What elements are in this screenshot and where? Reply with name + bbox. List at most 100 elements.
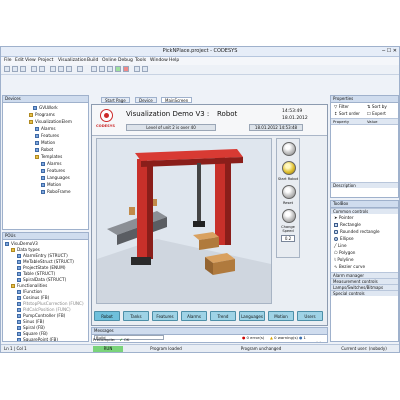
tree-item[interactable]: SquarePoint (FB) bbox=[17, 337, 58, 341]
toolbox-section-special[interactable]: Special controls bbox=[331, 290, 398, 296]
tab-start-page[interactable]: Start Page bbox=[101, 97, 130, 103]
tree-item[interactable]: Functionalities bbox=[11, 283, 47, 288]
redo-icon[interactable] bbox=[39, 66, 45, 72]
nav-features-button[interactable]: Features bbox=[152, 311, 178, 321]
sort-order-icon: ↕ bbox=[334, 111, 338, 116]
menu-visualization[interactable]: Visualization bbox=[58, 58, 86, 63]
tree-item[interactable]: Spiral (FB) bbox=[17, 325, 45, 330]
nav-robot-button[interactable]: Robot bbox=[94, 311, 120, 321]
tool-polyline[interactable]: ⌇ Polyline bbox=[334, 257, 354, 262]
tool-line[interactable]: ╱ Line bbox=[334, 243, 347, 248]
nav-users-button[interactable]: Users bbox=[297, 311, 323, 321]
tree-item[interactable]: Alarms bbox=[41, 161, 62, 166]
tree-item[interactable]: Motion bbox=[41, 182, 61, 187]
new-icon[interactable] bbox=[4, 66, 10, 72]
tree-item[interactable]: PitstopPlusCorrection (FUNC) bbox=[17, 301, 84, 306]
menu-build[interactable]: Build bbox=[87, 58, 98, 63]
login-icon[interactable] bbox=[99, 66, 105, 72]
nav-tanks-button[interactable]: Tanks bbox=[123, 311, 149, 321]
tree-item[interactable]: PumpController (FB) bbox=[17, 313, 65, 318]
tree-item[interactable]: Table (STRUCT) bbox=[17, 271, 55, 276]
build-icon[interactable] bbox=[91, 66, 97, 72]
tab-device[interactable]: Device bbox=[135, 97, 157, 103]
tree-item[interactable]: Programs bbox=[29, 112, 55, 117]
tree-item[interactable]: GVLWork bbox=[33, 105, 58, 110]
run-icon[interactable] bbox=[115, 66, 121, 72]
menu-project[interactable]: Project bbox=[38, 58, 53, 63]
menu-help[interactable]: Help bbox=[169, 58, 179, 63]
tree-item[interactable]: Languages bbox=[41, 175, 70, 180]
tree-item[interactable]: Cosinus (FB) bbox=[17, 295, 49, 300]
tool-polygon[interactable]: ⬠ Polygon bbox=[334, 250, 355, 255]
tree-item[interactable]: Sinus (FB) bbox=[17, 319, 44, 324]
function-block-icon bbox=[17, 314, 21, 318]
sort-by-button[interactable]: ⇅ Sort by bbox=[367, 104, 387, 109]
filter-button[interactable]: ▽ Filter bbox=[334, 104, 349, 109]
tool-pointer[interactable]: ➤ Pointer bbox=[334, 215, 354, 220]
nav-trend-button[interactable]: Trend bbox=[210, 311, 236, 321]
stop-icon[interactable] bbox=[123, 66, 129, 72]
breakpoint-icon[interactable] bbox=[142, 66, 148, 72]
speed-knob[interactable] bbox=[282, 209, 296, 223]
menu-edit[interactable]: Edit bbox=[15, 58, 24, 63]
error-count[interactable]: ● 0 error(s) bbox=[242, 335, 264, 340]
window-title: PickNPlace.project - CODESYS bbox=[162, 48, 238, 54]
tree-item[interactable]: MeTableStruct (STRUCT) bbox=[17, 259, 74, 264]
menu-window[interactable]: Window bbox=[150, 58, 168, 63]
tree-item[interactable]: PidCalcPosition (FUNC) bbox=[17, 307, 71, 312]
step-icon[interactable] bbox=[134, 66, 140, 72]
tree-item[interactable]: Data types bbox=[11, 247, 40, 252]
copy-icon[interactable] bbox=[58, 66, 64, 72]
menu-view[interactable]: View bbox=[25, 58, 36, 63]
menu-file[interactable]: File bbox=[4, 58, 12, 63]
level-message: Level of unit 2 is over 40 bbox=[126, 124, 216, 131]
run-status: RUN bbox=[93, 346, 123, 352]
tree-item[interactable]: Alarms bbox=[35, 126, 56, 131]
open-icon[interactable] bbox=[12, 66, 18, 72]
warning-count[interactable]: ▲ 0 warning(s) bbox=[270, 335, 298, 340]
sort-order-button[interactable]: ↕ Sort order bbox=[334, 111, 360, 116]
tree-item[interactable]: RoboFrame bbox=[41, 189, 71, 194]
tree-item[interactable]: IFunction bbox=[17, 289, 42, 294]
speed-value[interactable]: 0.2 bbox=[281, 235, 295, 242]
tool-rectangle[interactable]: Rectangle bbox=[334, 222, 361, 227]
visu-title: Visualization Demo V3 : bbox=[126, 110, 210, 118]
menu-online[interactable]: Online bbox=[102, 58, 117, 63]
menu-debug[interactable]: Debug bbox=[118, 58, 133, 63]
toolbox-section-common[interactable]: Common controls bbox=[331, 208, 398, 214]
tree-item[interactable]: VisualizationElem bbox=[29, 119, 72, 124]
window-controls[interactable]: ─ ☐ ✕ bbox=[382, 48, 397, 54]
tree-item[interactable]: Motion bbox=[35, 140, 55, 145]
undo-icon[interactable] bbox=[31, 66, 37, 72]
logout-icon[interactable] bbox=[107, 66, 113, 72]
tool-ellipse[interactable]: Ellipse bbox=[334, 236, 354, 241]
struct-icon bbox=[17, 260, 21, 264]
message-count[interactable]: ● 1 message(s) bbox=[299, 335, 327, 342]
save-icon[interactable] bbox=[20, 66, 26, 72]
expert-checkbox[interactable]: ☐ Expert bbox=[367, 111, 386, 116]
nav-motion-button[interactable]: Motion bbox=[268, 311, 294, 321]
find-icon[interactable] bbox=[77, 66, 83, 72]
tool-bezier[interactable]: ∿ Bezier curve bbox=[334, 264, 365, 269]
tree-item[interactable]: SpiralData (STRUCT) bbox=[17, 277, 66, 282]
cut-icon[interactable] bbox=[50, 66, 56, 72]
menu-tools[interactable]: Tools bbox=[135, 58, 146, 63]
reset-button[interactable] bbox=[282, 185, 296, 199]
tree-item[interactable]: VisuDemoV3 bbox=[5, 241, 38, 246]
nav-alarms-button[interactable]: Alarms bbox=[181, 311, 207, 321]
tree-item[interactable]: Features bbox=[35, 133, 59, 138]
precompile-status: Precompile: ✔ OK bbox=[93, 337, 130, 342]
start-robot-button[interactable] bbox=[282, 161, 296, 175]
control-column: Start Robot Reset Change Speed 0.2 bbox=[276, 138, 300, 258]
tree-item[interactable]: AlarmEntry (STRUCT) bbox=[17, 253, 68, 258]
nav-languages-button[interactable]: Languages bbox=[239, 311, 265, 321]
tree-item[interactable]: Robot bbox=[35, 147, 53, 152]
tree-item[interactable]: Templates bbox=[35, 154, 62, 159]
tab-mainscreen[interactable]: MainScreen bbox=[161, 97, 193, 103]
tree-item[interactable]: Square (FB) bbox=[17, 331, 48, 336]
paste-icon[interactable] bbox=[66, 66, 72, 72]
tree-item[interactable]: ProjectState (ENUM) bbox=[17, 265, 65, 270]
logo-mark bbox=[104, 113, 109, 118]
tree-item[interactable]: Features bbox=[41, 168, 65, 173]
tool-rounded-rectangle[interactable]: Rounded rectangle bbox=[334, 229, 380, 234]
